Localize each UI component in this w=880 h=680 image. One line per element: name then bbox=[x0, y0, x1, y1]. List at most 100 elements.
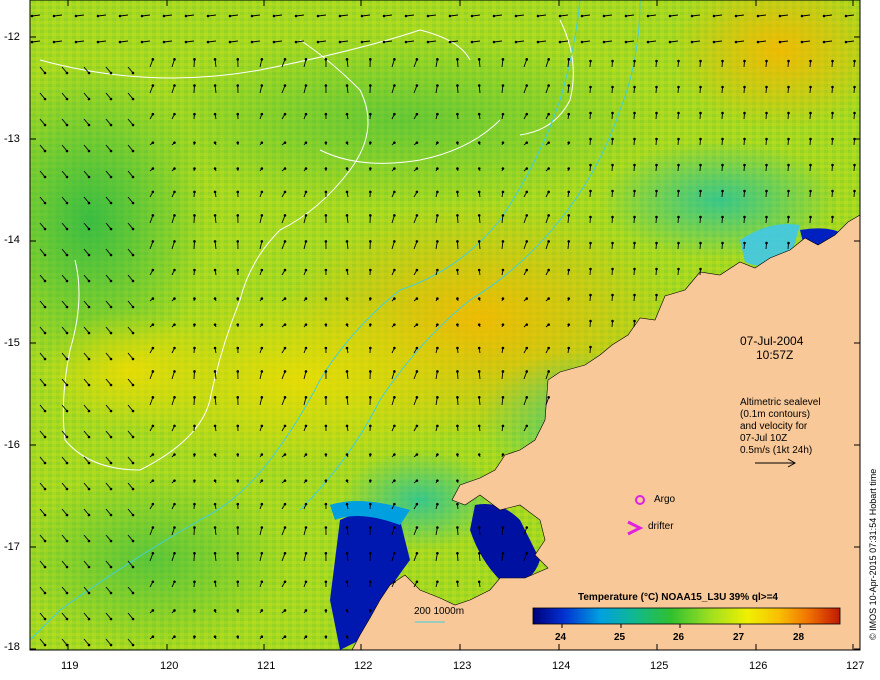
velocity-arrow-head bbox=[43, 71, 47, 75]
velocity-arrow-head bbox=[393, 214, 396, 217]
velocity-arrow-head bbox=[558, 14, 562, 18]
velocity-arrow-head bbox=[131, 71, 135, 75]
velocity-arrow-head bbox=[109, 175, 113, 179]
velocity-arrow-head bbox=[283, 141, 287, 144]
velocity-arrow-head bbox=[501, 167, 505, 170]
velocity-arrow-head bbox=[525, 297, 529, 300]
velocity-arrow-head bbox=[853, 163, 856, 167]
velocity-arrow-head bbox=[809, 59, 812, 63]
velocity-arrow-head bbox=[589, 319, 592, 323]
velocity-arrow-head bbox=[831, 111, 834, 115]
velocity-arrow-head bbox=[477, 346, 481, 350]
velocity-arrow-head bbox=[283, 526, 287, 529]
velocity-arrow-head bbox=[109, 487, 113, 491]
velocity-arrow-head bbox=[345, 214, 349, 217]
velocity-arrow-head bbox=[602, 14, 606, 18]
velocity-arrow-head bbox=[787, 241, 790, 245]
velocity-arrow-head bbox=[436, 190, 439, 194]
velocity-arrow-head bbox=[283, 167, 287, 170]
velocity-arrow-head bbox=[283, 240, 287, 243]
velocity-arrow-head bbox=[65, 513, 69, 517]
velocity-arrow-head bbox=[74, 40, 78, 44]
velocity-arrow-head bbox=[415, 370, 419, 373]
velocity-arrow-head bbox=[173, 424, 176, 428]
velocity-arrow-head bbox=[151, 635, 155, 639]
velocity-arrow-head bbox=[213, 453, 217, 456]
velocity-arrow-head bbox=[65, 383, 69, 387]
velocity-arrow-head bbox=[65, 227, 69, 231]
velocity-arrow-head bbox=[324, 370, 328, 373]
velocity-arrow-head bbox=[393, 551, 396, 555]
velocity-arrow-head bbox=[283, 635, 287, 639]
velocity-arrow-head bbox=[501, 323, 505, 326]
velocity-arrow-head bbox=[743, 59, 746, 63]
velocity-arrow-head bbox=[369, 297, 372, 300]
velocity-arrow-head bbox=[477, 370, 481, 373]
velocity-arrow-head bbox=[844, 40, 848, 44]
velocity-arrow-head bbox=[118, 14, 122, 18]
velocity-arrow-head bbox=[589, 85, 592, 89]
velocity-arrow-head bbox=[109, 279, 113, 283]
velocity-arrow-head bbox=[304, 609, 308, 612]
velocity-arrow-head bbox=[436, 526, 439, 529]
velocity-arrow-head bbox=[567, 323, 571, 326]
velocity-arrow-head bbox=[501, 84, 505, 87]
velocity-arrow-head bbox=[324, 297, 328, 300]
velocity-arrow-head bbox=[304, 635, 308, 639]
velocity-arrow-head bbox=[677, 189, 680, 193]
velocity-arrow-head bbox=[213, 609, 217, 612]
velocity-arrow-head bbox=[558, 40, 562, 44]
velocity-arrow-head bbox=[567, 240, 571, 243]
velocity-arrow-head bbox=[206, 14, 210, 18]
velocity-arrow-head bbox=[345, 370, 349, 373]
velocity-arrow-head bbox=[193, 268, 196, 272]
velocity-arrow-head bbox=[547, 346, 550, 350]
velocity-arrow-head bbox=[456, 526, 459, 529]
velocity-arrow-head bbox=[162, 14, 166, 18]
velocity-arrow-head bbox=[206, 40, 210, 44]
velocity-arrow-head bbox=[787, 59, 790, 63]
velocity-arrow-head bbox=[456, 58, 459, 61]
velocity-arrow-head bbox=[456, 141, 459, 144]
velocity-arrow-head bbox=[324, 240, 328, 243]
velocity-arrow-head bbox=[369, 214, 372, 217]
velocity-arrow-head bbox=[345, 112, 349, 116]
velocity-arrow-head bbox=[514, 14, 518, 18]
velocity-arrow-head bbox=[236, 190, 240, 194]
velocity-arrow-head bbox=[304, 424, 308, 428]
velocity-arrow-head bbox=[393, 112, 396, 116]
velocity-arrow-head bbox=[778, 14, 782, 18]
velocity-arrow-head bbox=[501, 141, 505, 144]
velocity-arrow-head bbox=[756, 14, 760, 18]
velocity-arrow-head bbox=[43, 565, 47, 569]
velocity-arrow-head bbox=[393, 323, 396, 326]
velocity-arrow-head bbox=[589, 137, 592, 141]
velocity-arrow-head bbox=[324, 84, 328, 87]
velocity-arrow-head bbox=[611, 111, 614, 115]
velocity-arrow-head bbox=[699, 267, 702, 271]
velocity-arrow-head bbox=[765, 59, 768, 63]
velocity-arrow-head bbox=[436, 453, 439, 456]
velocity-arrow-head bbox=[173, 346, 176, 350]
velocity-arrow-head bbox=[236, 370, 240, 373]
velocity-arrow-head bbox=[173, 112, 176, 116]
velocity-arrow-head bbox=[213, 167, 217, 170]
velocity-arrow-head bbox=[131, 253, 135, 257]
velocity-arrow-head bbox=[345, 346, 349, 350]
velocity-arrow-head bbox=[87, 513, 91, 517]
velocity-arrow-head bbox=[324, 502, 328, 506]
velocity-arrow-head bbox=[436, 297, 439, 300]
velocity-arrow-head bbox=[477, 167, 481, 170]
velocity-arrow-head bbox=[415, 396, 419, 399]
velocity-arrow-head bbox=[213, 580, 217, 584]
velocity-arrow-head bbox=[624, 14, 628, 18]
velocity-arrow-head bbox=[501, 214, 505, 217]
velocity-arrow-head bbox=[415, 502, 419, 506]
velocity-arrow-head bbox=[213, 214, 217, 217]
velocity-arrow-head bbox=[525, 526, 529, 529]
colorbar-tick-label: 26 bbox=[673, 632, 685, 643]
velocity-arrow-head bbox=[109, 201, 113, 205]
velocity-arrow-head bbox=[721, 215, 724, 219]
velocity-arrow-head bbox=[65, 175, 69, 179]
velocity-arrow-head bbox=[477, 214, 481, 217]
